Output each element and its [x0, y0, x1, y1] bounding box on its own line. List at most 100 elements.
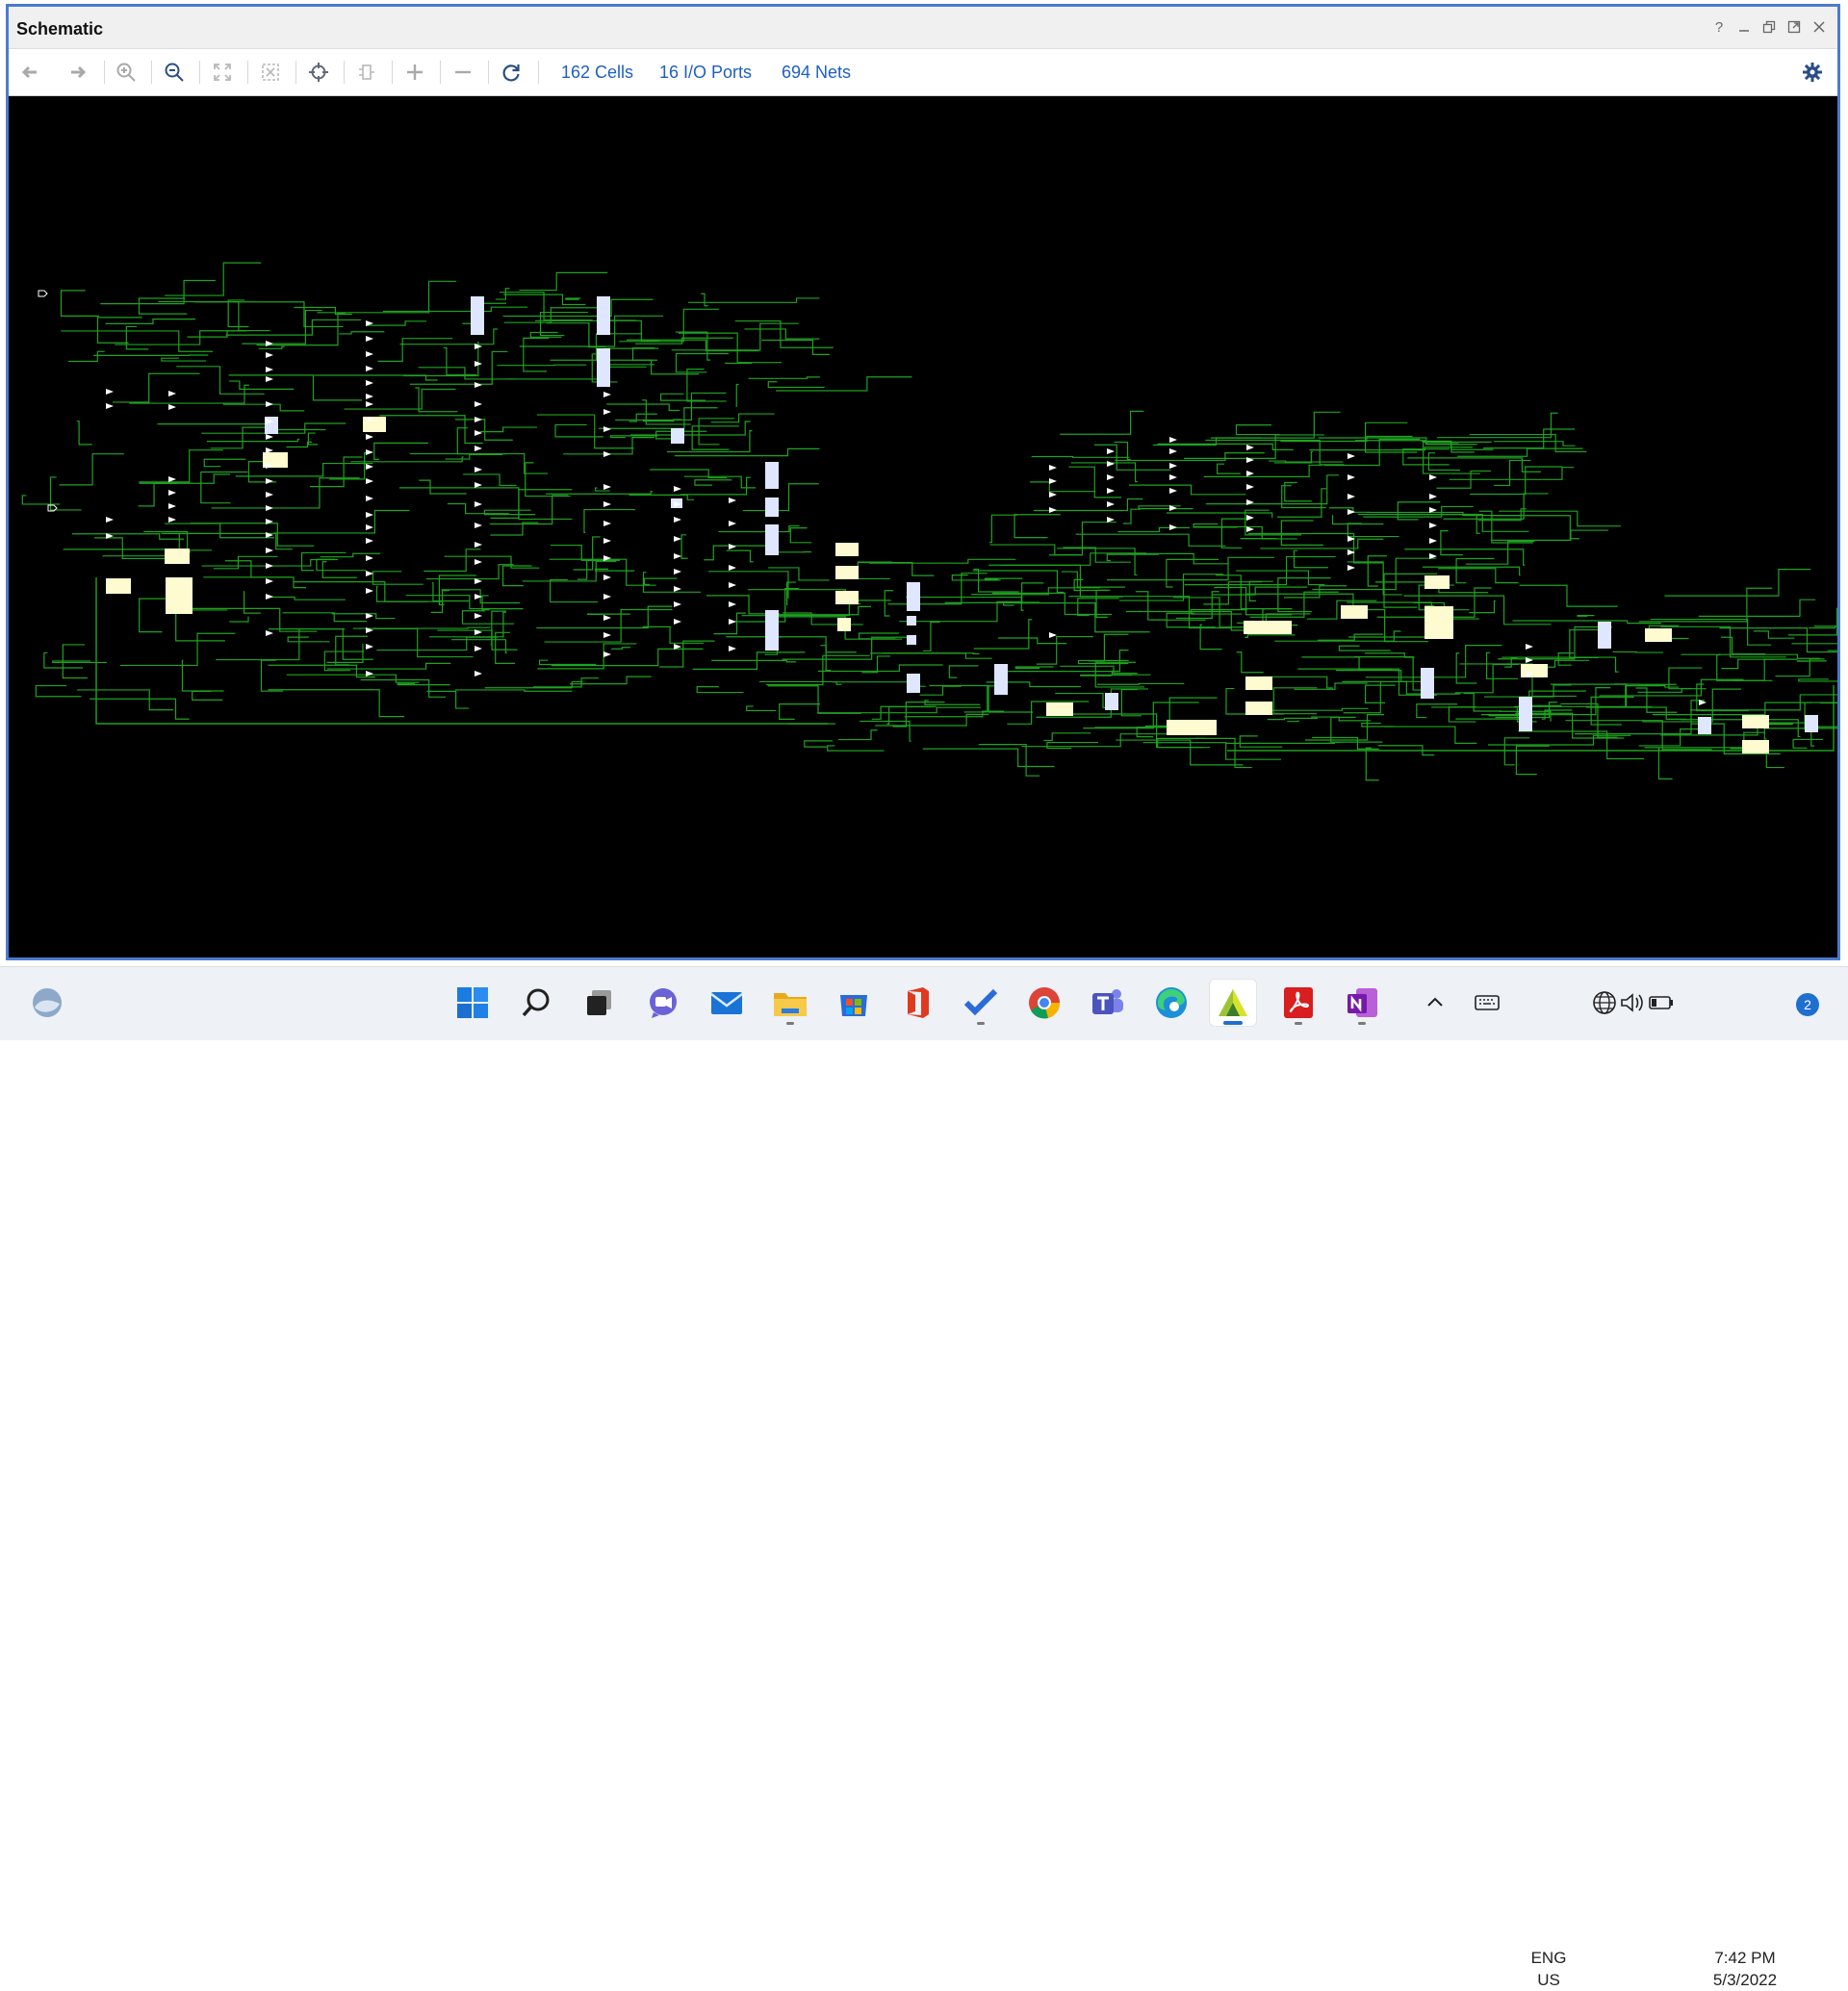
store-icon[interactable]	[830, 979, 878, 1027]
regenerate-icon[interactable]	[496, 57, 526, 88]
net-wire	[1236, 425, 1279, 435]
gate-symbol	[603, 651, 611, 657]
gate-symbol	[603, 451, 611, 457]
onenote-icon[interactable]	[1338, 979, 1386, 1027]
cell-block	[106, 578, 131, 594]
gate-symbol	[366, 464, 373, 470]
gate-symbol	[366, 496, 373, 501]
cell-block	[1424, 575, 1450, 589]
net-wire	[1060, 666, 1138, 673]
minimize-icon[interactable]	[1733, 16, 1755, 38]
chat-icon[interactable]	[639, 979, 687, 1027]
net-wire	[72, 534, 184, 540]
net-wire	[768, 686, 861, 714]
gate-symbol	[168, 490, 176, 496]
net-wire	[1078, 599, 1119, 616]
gate-symbol	[729, 601, 736, 607]
crosshair-icon[interactable]	[303, 57, 334, 88]
gate-symbol	[729, 544, 736, 549]
cell-block	[835, 566, 859, 579]
teams-icon[interactable]	[1084, 979, 1132, 1027]
input-language[interactable]: ENG US	[1525, 1947, 1573, 1991]
net-wire	[1030, 482, 1095, 492]
zoom-fit-icon[interactable]	[207, 57, 238, 88]
gate-symbol	[475, 542, 482, 548]
office-icon[interactable]	[893, 979, 941, 1027]
gate-symbol	[475, 646, 482, 651]
net-wire	[1221, 519, 1248, 548]
cell-block	[1244, 621, 1292, 634]
cells-count-link[interactable]: 162 Cells	[561, 63, 633, 83]
maximize-icon[interactable]	[1784, 16, 1805, 38]
file-explorer-icon[interactable]	[766, 979, 814, 1027]
net-wire	[1814, 626, 1837, 646]
gate-symbol	[1246, 484, 1254, 490]
chrome-icon[interactable]	[1020, 979, 1068, 1027]
net-wire	[211, 427, 270, 448]
start-windows-icon[interactable]	[449, 979, 497, 1027]
back-arrow-icon[interactable]	[14, 57, 45, 88]
net-wire	[1664, 570, 1810, 597]
gate-symbol	[1107, 474, 1115, 480]
net-wire	[768, 382, 824, 388]
net-wire	[419, 368, 515, 379]
register-block	[765, 498, 779, 517]
gate-symbol	[366, 671, 373, 676]
search-icon[interactable]	[512, 979, 560, 1027]
net-wire	[615, 393, 726, 420]
net-wire	[1498, 626, 1612, 658]
net-wire	[676, 332, 710, 360]
net-wire	[1237, 652, 1264, 673]
net-wire	[317, 559, 366, 571]
net-wire	[920, 686, 962, 695]
cell-toggle-icon[interactable]	[351, 57, 382, 88]
zoom-in-icon[interactable]	[111, 57, 141, 88]
net-wire	[672, 323, 799, 350]
net-wire	[345, 389, 456, 409]
net-wire	[226, 319, 361, 335]
float-icon[interactable]	[1758, 16, 1780, 38]
net-wire	[1469, 600, 1496, 612]
net-wire	[398, 683, 449, 684]
keyboard-icon[interactable]	[1463, 979, 1511, 1027]
todo-icon[interactable]	[957, 979, 1005, 1027]
mail-icon[interactable]	[703, 979, 751, 1027]
net-wire	[61, 331, 213, 351]
net-wire	[1363, 506, 1473, 517]
title-bar[interactable]: Schematic ?	[9, 7, 1837, 49]
gear-icon[interactable]	[1799, 59, 1826, 86]
net-wire	[1204, 465, 1322, 476]
gate-symbol	[366, 394, 373, 399]
net-wire	[68, 351, 105, 361]
gate-symbol	[1429, 523, 1437, 528]
notification-badge[interactable]: 2	[1796, 993, 1819, 1016]
acrobat-icon[interactable]	[1274, 979, 1322, 1027]
collapse-minus-icon[interactable]	[448, 57, 478, 88]
task-view-icon[interactable]	[576, 979, 624, 1027]
gate-symbol	[1348, 453, 1355, 459]
io-ports-count-link[interactable]: 16 I/O Ports	[659, 63, 752, 83]
net-wire	[985, 578, 1022, 579]
expand-plus-icon[interactable]	[399, 57, 430, 88]
nets-count-link[interactable]: 694 Nets	[782, 63, 851, 83]
zoom-out-icon[interactable]	[159, 57, 190, 88]
chevron-up-icon[interactable]	[1411, 979, 1459, 1027]
clock[interactable]: 7:42 PM 5/3/2022	[1702, 1947, 1788, 1991]
gate-symbol	[266, 548, 273, 553]
edge-icon[interactable]	[1147, 979, 1195, 1027]
gate-symbol	[266, 376, 273, 382]
forward-arrow-icon[interactable]	[63, 57, 93, 88]
help-icon[interactable]: ?	[1708, 16, 1730, 38]
register-block	[597, 348, 610, 387]
fit-selection-icon[interactable]	[255, 57, 286, 88]
vivado-icon[interactable]	[1209, 979, 1257, 1027]
close-icon[interactable]	[1809, 16, 1830, 38]
net-wire	[203, 577, 306, 588]
net-wire	[611, 648, 630, 650]
system-tray-status[interactable]	[1580, 979, 1686, 1027]
schematic-canvas[interactable]	[9, 96, 1837, 957]
gate-symbol	[475, 446, 482, 451]
net-wire	[120, 633, 235, 665]
net-wire	[1578, 616, 1594, 617]
widgets-icon[interactable]	[23, 979, 71, 1027]
